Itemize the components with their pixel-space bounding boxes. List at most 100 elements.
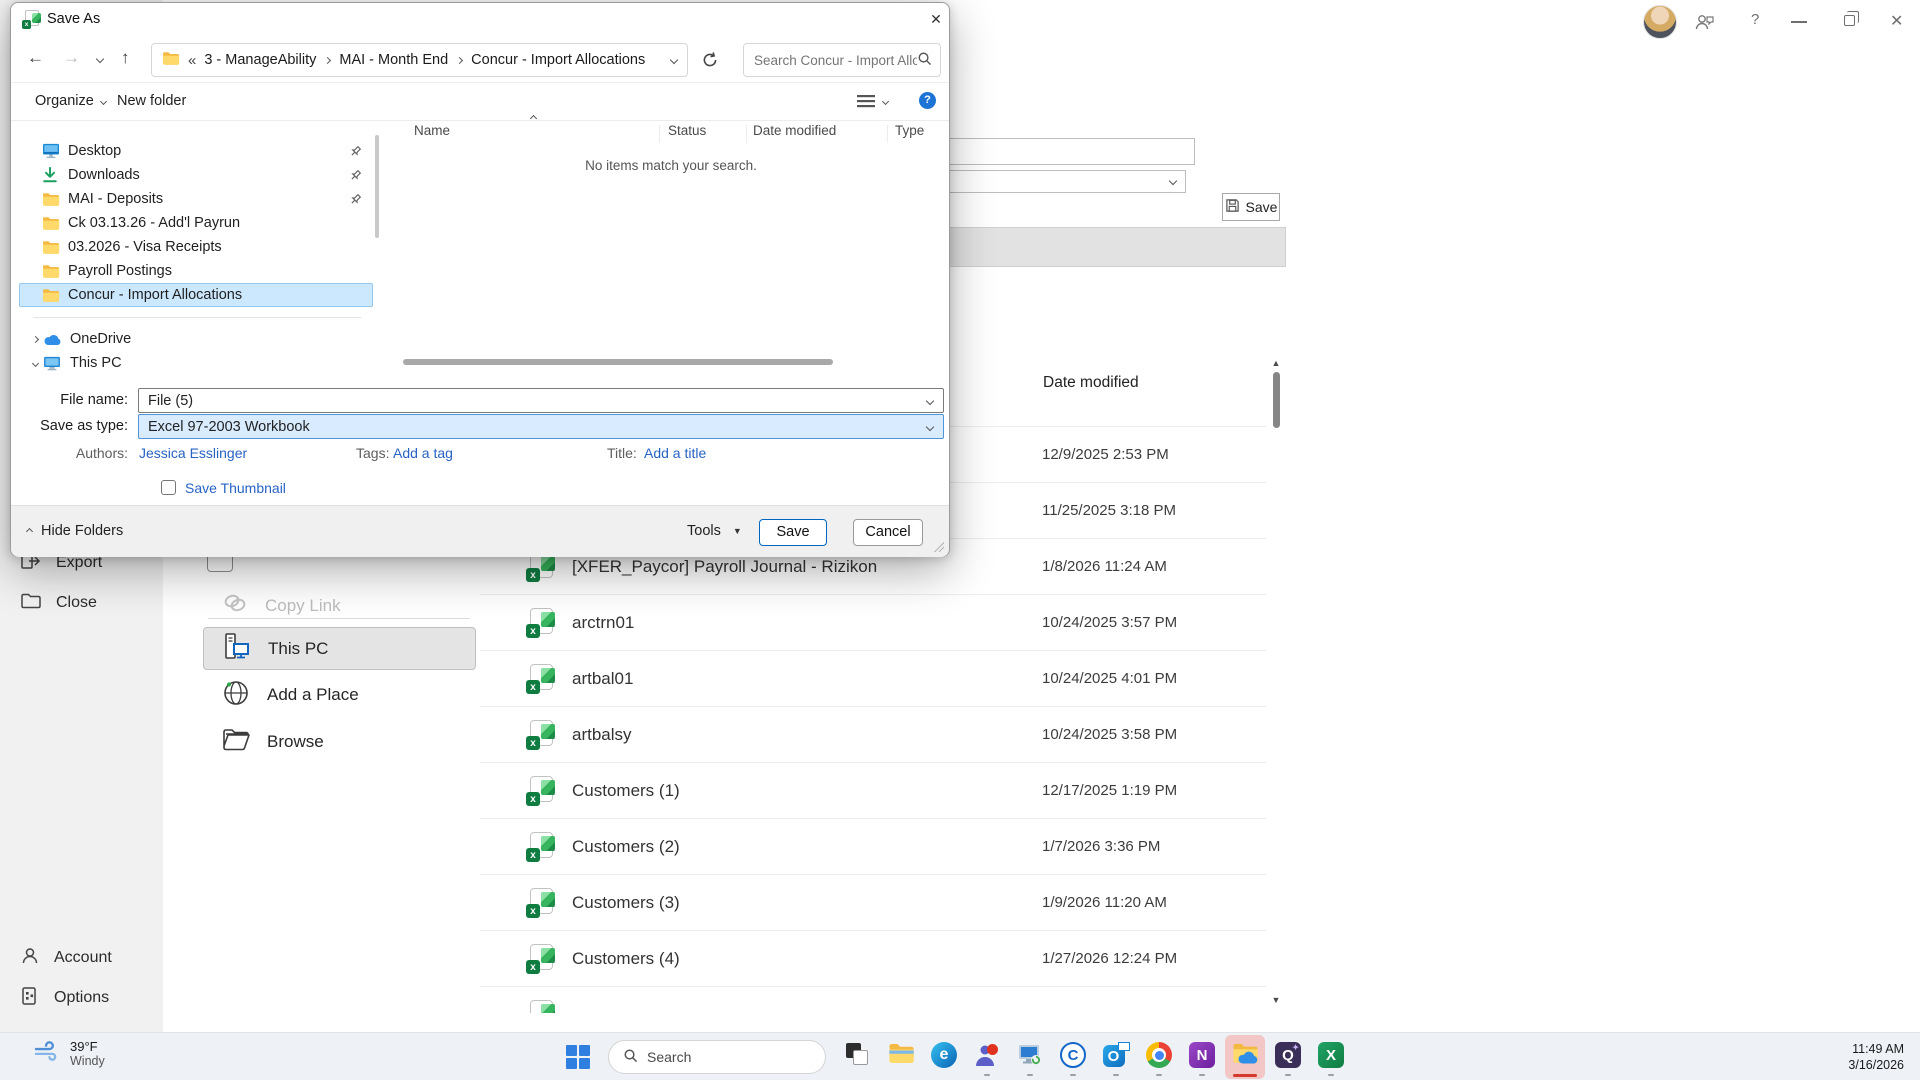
sidebar-item-options[interactable]: Options: [20, 983, 150, 1013]
tree-item[interactable]: Payroll Postings: [19, 259, 373, 283]
refresh-icon[interactable]: [701, 51, 719, 74]
cancel-button[interactable]: Cancel: [853, 519, 923, 546]
save-as-type-select[interactable]: Excel 97-2003 Workbook: [138, 414, 944, 439]
sidebar-item-label: Close: [56, 594, 97, 612]
breadcrumb-item[interactable]: 3 - ManageAbility: [204, 52, 316, 68]
column-header-name[interactable]: Name: [414, 123, 450, 138]
save-button[interactable]: Save: [759, 519, 827, 546]
file-row[interactable]: xCustomers (1)12/17/2025 1:19 PM: [480, 762, 1266, 818]
place-item-add-a-place[interactable]: Add a Place: [203, 672, 476, 717]
sidebar-item-account[interactable]: Account: [20, 943, 150, 973]
scroll-down-icon[interactable]: ▼: [1270, 995, 1282, 1005]
help-button[interactable]: ?: [919, 92, 936, 109]
tree-item[interactable]: MAI - Deposits: [19, 187, 373, 211]
breadcrumb-item[interactable]: MAI - Month End: [339, 52, 448, 68]
chevron-down-icon: ▼: [733, 526, 742, 536]
scrollbar-thumb[interactable]: [1273, 372, 1280, 428]
taskbar-onedrive-folder-icon[interactable]: [1225, 1035, 1265, 1079]
organize-button[interactable]: Organize: [35, 93, 106, 109]
minimize-icon[interactable]: [1791, 21, 1807, 23]
place-item-browse[interactable]: Browse: [203, 719, 476, 764]
taskbar-chrome-icon[interactable]: [1139, 1035, 1179, 1079]
file-row[interactable]: x: [480, 986, 1266, 1013]
sidebar-item-close[interactable]: Close: [20, 588, 150, 618]
file-row[interactable]: xCustomers (3)1/9/2026 11:20 AM: [480, 874, 1266, 930]
dialog-close-icon[interactable]: ✕: [923, 7, 949, 31]
column-header-status[interactable]: Status: [668, 123, 706, 138]
taskbar-concur-icon[interactable]: C: [1053, 1035, 1093, 1079]
taskbar-excel-icon[interactable]: X: [1311, 1035, 1351, 1079]
back-icon[interactable]: ←: [27, 48, 44, 68]
tools-button[interactable]: Tools ▼: [687, 523, 742, 539]
taskbar-onenote-icon[interactable]: N: [1182, 1035, 1222, 1079]
taskbar-edge-icon[interactable]: e: [924, 1035, 964, 1079]
thispc-icon: [43, 356, 62, 371]
view-options-button[interactable]: [857, 94, 888, 108]
taskbar-remote-pc-icon[interactable]: [1010, 1035, 1050, 1079]
address-dropdown-icon[interactable]: [670, 56, 678, 64]
weather-widget[interactable]: 39°F Windy: [34, 1039, 105, 1068]
breadcrumb[interactable]: « 3 - ManageAbility MAI - Month End Concur …: [151, 43, 688, 77]
hide-folders-button[interactable]: Hide Folders: [27, 523, 123, 539]
taskbar-task-view-icon[interactable]: [838, 1035, 878, 1079]
place-item-this-pc[interactable]: This PC: [203, 627, 476, 670]
breadcrumb-overflow[interactable]: «: [188, 52, 196, 69]
recent-locations-icon[interactable]: [96, 55, 104, 63]
scroll-up-icon[interactable]: ▲: [1270, 358, 1282, 368]
add-tag-link[interactable]: Add a tag: [393, 445, 453, 461]
taskbar-file-explorer-icon[interactable]: [881, 1035, 921, 1079]
file-row[interactable]: xartbalsy10/24/2025 3:58 PM: [480, 706, 1266, 762]
tree-item-label: Downloads: [68, 167, 140, 183]
tree-item[interactable]: Concur - Import Allocations: [19, 283, 373, 307]
file-name: arctrn01: [572, 595, 634, 651]
tree-item[interactable]: 03.2026 - Visa Receipts: [19, 235, 373, 259]
search-input[interactable]: Search Concur - Import Alloc...: [743, 43, 941, 77]
feedback-icon[interactable]: [1694, 11, 1716, 38]
place-item-copy-link[interactable]: Copy Link: [203, 583, 476, 628]
options-icon: [20, 986, 40, 1011]
column-header-type[interactable]: Type: [895, 123, 924, 138]
file-row[interactable]: xCustomers (2)1/7/2026 3:36 PM: [480, 818, 1266, 874]
help-icon[interactable]: ?: [1751, 11, 1759, 28]
backstage-save-button[interactable]: Save: [1222, 193, 1280, 221]
start-button[interactable]: [566, 1045, 590, 1069]
column-header-date-modified[interactable]: Date modified: [1043, 374, 1139, 392]
authors-value-link[interactable]: Jessica Esslinger: [139, 445, 247, 461]
close-icon[interactable]: ✕: [1890, 11, 1903, 31]
tree-item[interactable]: Downloads: [19, 163, 373, 187]
taskbar-outlook-icon[interactable]: O: [1096, 1035, 1136, 1079]
tree-root-item[interactable]: This PC: [19, 351, 383, 375]
notification-badge: [987, 1044, 998, 1055]
tree-item[interactable]: Ck 03.13.26 - Add'l Payrun: [19, 211, 373, 235]
taskbar-q-assistant-icon[interactable]: Q✦: [1268, 1035, 1308, 1079]
taskbar-teams-icon[interactable]: [967, 1035, 1007, 1079]
add-title-link[interactable]: Add a title: [644, 445, 706, 461]
save-as-type-value: Excel 97-2003 Workbook: [148, 419, 310, 435]
forward-icon[interactable]: →: [63, 48, 80, 68]
dialog-title: Save As: [47, 11, 100, 27]
avatar[interactable]: [1643, 5, 1677, 39]
clock-widget[interactable]: 11:49 AM 3/16/2026: [1848, 1041, 1904, 1074]
new-folder-button[interactable]: New folder: [117, 93, 186, 109]
file-row[interactable]: xarctrn0110/24/2025 3:57 PM: [480, 594, 1266, 650]
resize-grip[interactable]: [934, 542, 944, 552]
breadcrumb-item[interactable]: Concur - Import Allocations: [471, 52, 645, 68]
taskbar-search-input[interactable]: Search: [608, 1040, 826, 1074]
up-icon[interactable]: ↑: [121, 48, 130, 68]
save-disk-icon: [1225, 198, 1240, 216]
save-thumbnail-checkbox[interactable]: [161, 480, 176, 495]
file-row[interactable]: xCustomers (4)1/27/2026 12:24 PM: [480, 930, 1266, 986]
tree-scrollbar-thumb[interactable]: [375, 135, 379, 238]
dialog-titlebar[interactable]: x Save As ✕: [11, 3, 949, 35]
tree-item[interactable]: Desktop: [19, 139, 373, 163]
empty-results-message: No items match your search.: [391, 158, 951, 173]
chevron-down-icon[interactable]: [27, 361, 43, 366]
file-name-input[interactable]: File (5): [138, 388, 944, 413]
column-header-date-modified[interactable]: Date modified: [753, 123, 836, 138]
tree-root-item[interactable]: OneDrive: [19, 327, 383, 351]
restore-icon[interactable]: [1844, 15, 1855, 26]
chevron-right-icon[interactable]: [27, 337, 43, 342]
horizontal-scrollbar-thumb[interactable]: [403, 359, 833, 365]
file-row[interactable]: xartbal0110/24/2025 4:01 PM: [480, 650, 1266, 706]
tree-item-label: Desktop: [68, 143, 121, 159]
